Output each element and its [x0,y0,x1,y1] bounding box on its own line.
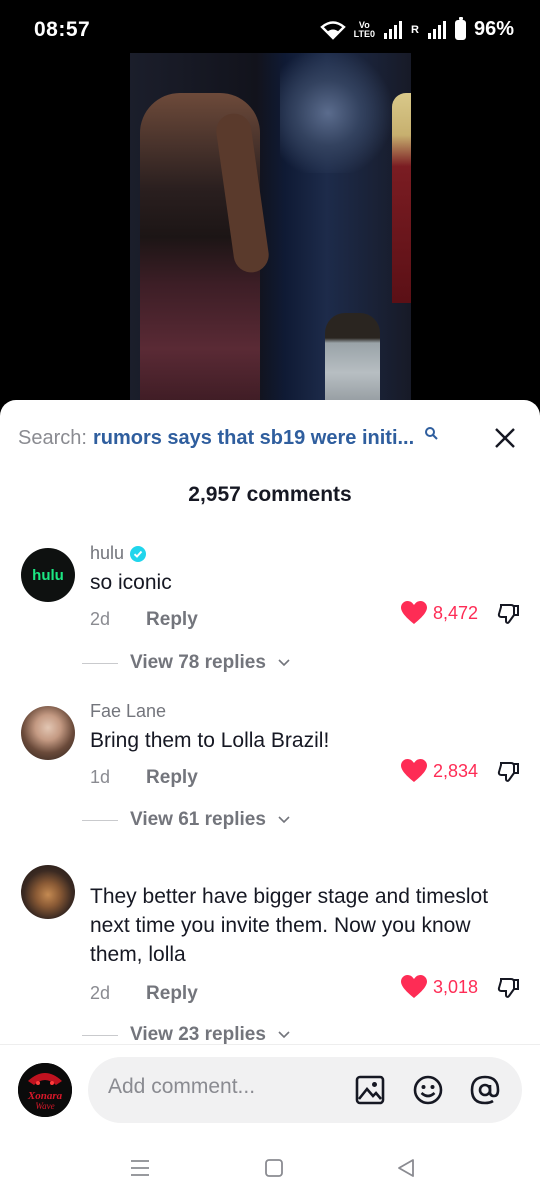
chevron-down-icon [278,659,290,667]
comment-age: 2d [90,609,111,629]
view-replies-label: View 61 replies [130,809,266,830]
search-suggestion[interactable]: Search: rumors says that sb19 were initi… [18,423,522,453]
username-text: Fae Lane [90,701,167,721]
view-replies-button[interactable]: View 78 replies [82,652,290,674]
heart-icon [400,601,427,624]
menu-icon[interactable] [128,1156,152,1180]
heart-icon [400,759,427,782]
view-replies-button[interactable]: View 23 replies [82,1024,290,1046]
username-text: hulu [90,543,125,563]
reply-button[interactable]: Reply [146,609,198,631]
like-count: 2,834 [432,760,478,781]
home-icon[interactable] [262,1156,286,1180]
comment-item: They better have bigger stage and timesl… [0,858,540,1048]
comment-input-bar: Xonara Wave [0,1044,540,1134]
verified-icon [130,545,147,562]
view-replies-label: View 23 replies [130,1024,266,1045]
performer-figure-2 [325,313,380,413]
signal-icon [383,20,403,40]
chevron-down-icon [278,816,290,824]
heart-icon [400,975,427,998]
comment-meta: 2d Reply [90,983,198,1005]
roaming-indicator: R [411,23,419,36]
comment-text: They better have bigger stage and timesl… [90,885,489,966]
dislike-icon[interactable] [496,602,520,626]
comment-item: hulu hulu so iconic 2d Reply 8,472 View … [0,540,540,680]
view-replies-button[interactable]: View 61 replies [82,809,290,831]
like-count: 8,472 [432,602,478,623]
replies-divider [82,819,118,821]
chevron-down-icon [278,1031,290,1039]
like-button[interactable]: 2,834 [400,759,478,783]
comment-input-pill[interactable] [88,1057,522,1123]
reply-button[interactable]: Reply [146,983,198,1005]
mention-icon[interactable] [469,1074,501,1106]
avatar[interactable]: hulu [21,548,75,602]
avatar[interactable] [21,706,75,760]
comments-count: 2,957 comments [188,483,352,506]
replies-divider [82,662,118,664]
system-nav-bar [0,1134,540,1200]
search-label: Search: [18,426,87,449]
add-comment-input[interactable] [108,1075,338,1099]
comment-text: Bring them to Lolla Brazil! [90,729,330,752]
dislike-icon[interactable] [496,976,520,1000]
search-term[interactable]: rumors says that sb19 were initi... [93,427,414,450]
like-button[interactable]: 3,018 [400,975,478,999]
comment-item: Fae Lane Bring them to Lolla Brazil! 1d … [0,698,540,838]
video-player[interactable] [130,53,411,413]
performer-figure-3 [392,93,411,303]
comment-age: 2d [90,983,111,1003]
image-icon[interactable] [354,1074,386,1106]
signal-icon-2 [427,20,447,40]
status-bar: 08:57 Vo LTE0 R 96% [0,0,540,60]
battery-icon [454,16,466,40]
close-icon[interactable] [492,425,518,451]
comment-text: so iconic [90,571,172,594]
comment-username[interactable]: Fae Lane [90,701,166,722]
avatar[interactable]: Xonara Wave [18,1063,72,1117]
status-icons: Vo LTE0 R 96% [319,16,514,41]
like-count: 3,018 [432,976,478,997]
like-button[interactable]: 8,472 [400,601,478,625]
comment-age: 1d [90,767,111,787]
reply-button[interactable]: Reply [146,767,198,789]
search-icon[interactable] [424,426,438,440]
stage-light [280,53,400,173]
dislike-icon[interactable] [496,760,520,784]
battery-percent: 96% [473,18,514,40]
svg-text:Wave: Wave [35,1101,54,1111]
comment-username[interactable]: hulu [90,543,147,564]
back-icon[interactable] [394,1156,418,1180]
volte-indicator: Vo LTE0 [353,20,376,39]
avatar[interactable] [21,865,75,919]
replies-divider [82,1034,118,1036]
xonara-wave-logo: Xonara Wave [18,1063,72,1117]
comment-meta: 2d Reply [90,609,198,631]
status-time: 08:57 [34,18,91,41]
hulu-logo: hulu [32,566,64,584]
emoji-icon[interactable] [412,1074,444,1106]
volte-bottom: LTE0 [353,28,376,39]
wifi-icon [319,20,346,40]
view-replies-label: View 78 replies [130,652,266,673]
comment-meta: 1d Reply [90,767,198,789]
